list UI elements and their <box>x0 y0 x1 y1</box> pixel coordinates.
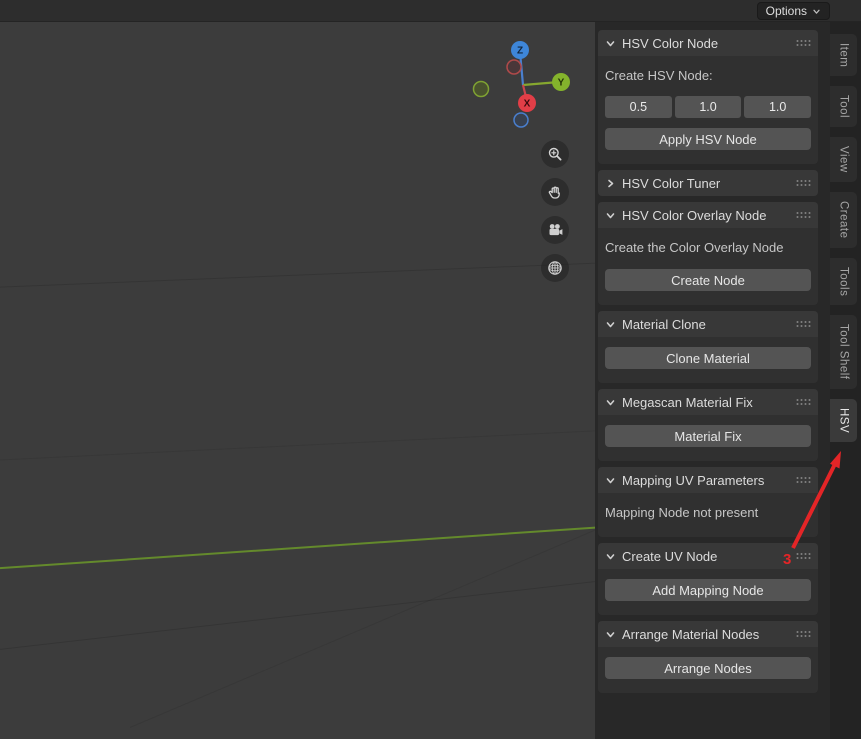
panel-header-hsv-color-overlay-node[interactable]: HSV Color Overlay Node <box>598 202 818 228</box>
options-label: Options <box>765 4 807 18</box>
panel-header-material-clone[interactable]: Material Clone <box>598 311 818 337</box>
panel-create-uv-node: Create UV Node Add Mapping Node <box>598 543 818 615</box>
drag-dots-icon[interactable] <box>796 179 811 187</box>
gizmo-neg-z-ball <box>513 112 529 128</box>
drag-dots-icon[interactable] <box>796 398 811 406</box>
sidebar-tab-strip: Item Tool View Create Tools Tool Shelf H… <box>830 22 861 739</box>
clone-material-button[interactable]: Clone Material <box>605 347 811 369</box>
panel-hsv-color-tuner: HSV Color Tuner <box>598 170 818 196</box>
chevron-down-icon <box>605 38 616 49</box>
gizmo-neg-y-ball <box>472 80 490 98</box>
tab-label: Item <box>837 43 850 68</box>
panel-header-hsv-color-tuner[interactable]: HSV Color Tuner <box>598 170 818 196</box>
panel-header-hsv-color-node[interactable]: HSV Color Node <box>598 30 818 56</box>
add-mapping-node-button[interactable]: Add Mapping Node <box>605 579 811 601</box>
material-fix-button[interactable]: Material Fix <box>605 425 811 447</box>
drag-dots-icon[interactable] <box>796 320 811 328</box>
drag-dots-icon[interactable] <box>796 476 811 484</box>
panel-title: Create UV Node <box>622 548 718 564</box>
arrange-nodes-button[interactable]: Arrange Nodes <box>605 657 811 679</box>
camera-view-button[interactable] <box>541 216 569 244</box>
panel-title: HSV Color Tuner <box>622 175 721 191</box>
overlay-node-label: Create the Color Overlay Node <box>605 240 784 255</box>
chevron-down-icon <box>605 210 616 221</box>
tab-view[interactable]: View <box>830 137 857 183</box>
tab-label: Tool Shelf <box>837 324 850 380</box>
chevron-down-icon <box>813 9 820 14</box>
hsv-value-fields: 0.5 1.0 1.0 <box>605 96 812 118</box>
chevron-down-icon <box>605 319 616 330</box>
gizmo-y-label: Y <box>558 78 565 89</box>
gizmo-z-label: Z <box>517 46 523 57</box>
grid-line <box>0 576 636 651</box>
pan-button[interactable] <box>541 178 569 206</box>
gizmo-x-label: X <box>524 99 531 110</box>
drag-dots-icon[interactable] <box>796 630 811 638</box>
create-hsv-node-label: Create HSV Node: <box>605 68 713 83</box>
grid-axis-y-line <box>0 523 642 570</box>
panel-mapping-uv-parameters: Mapping UV Parameters Mapping Node not p… <box>598 467 818 537</box>
hand-icon <box>548 186 560 199</box>
options-dropdown[interactable]: Options <box>756 2 830 20</box>
blender-window: Z Y X Options HSV Color Node Create HSV … <box>0 0 861 739</box>
drag-dots-icon[interactable] <box>796 211 811 219</box>
tab-hsv[interactable]: HSV <box>830 398 857 442</box>
tab-label: Tool <box>837 95 850 119</box>
tab-label: Tools <box>837 266 850 297</box>
saturation-field[interactable]: 1.0 <box>674 96 742 118</box>
axis-gizmo-icon: Z Y X <box>472 41 570 128</box>
grid-line <box>0 428 640 461</box>
value-field[interactable]: 1.0 <box>744 96 812 118</box>
panel-arrange-material-nodes: Arrange Material Nodes Arrange Nodes <box>598 621 818 693</box>
sidebar-n-panel: HSV Color Node Create HSV Node: 0.5 1.0 … <box>595 22 830 739</box>
panel-title: Arrange Material Nodes <box>622 626 760 642</box>
navigation-gizmo[interactable]: Z Y X <box>462 36 582 136</box>
panel-hsv-color-overlay-node: HSV Color Overlay Node Create the Color … <box>598 202 818 305</box>
chevron-down-icon <box>605 397 616 408</box>
panel-title: Material Clone <box>622 316 706 332</box>
tab-label: Create <box>837 201 850 239</box>
drag-dots-icon[interactable] <box>796 552 811 560</box>
panel-header-create-uv-node[interactable]: Create UV Node <box>598 543 818 569</box>
tab-tool-shelf[interactable]: Tool Shelf <box>830 315 857 389</box>
apply-hsv-node-button[interactable]: Apply HSV Node <box>605 128 811 150</box>
chevron-down-icon <box>605 629 616 640</box>
panel-megascan-material-fix: Megascan Material Fix Material Fix <box>598 389 818 461</box>
chevron-right-icon <box>605 178 616 189</box>
grid-line <box>129 516 628 728</box>
panel-hsv-color-node: HSV Color Node Create HSV Node: 0.5 1.0 … <box>598 30 818 164</box>
tab-create[interactable]: Create <box>830 192 857 248</box>
magnifier-plus-icon <box>548 147 562 161</box>
panel-material-clone: Material Clone Clone Material <box>598 311 818 383</box>
tab-label: View <box>837 146 850 174</box>
gizmo-neg-x-ball <box>506 59 522 75</box>
movie-camera-icon <box>549 224 563 236</box>
panel-title: Megascan Material Fix <box>622 394 753 410</box>
hue-field[interactable]: 0.5 <box>605 96 672 118</box>
tab-tool[interactable]: Tool <box>830 86 857 128</box>
panel-header-mapping-uv-parameters[interactable]: Mapping UV Parameters <box>598 467 818 493</box>
panel-header-megascan-material-fix[interactable]: Megascan Material Fix <box>598 389 818 415</box>
panel-header-arrange-material-nodes[interactable]: Arrange Material Nodes <box>598 621 818 647</box>
create-node-button[interactable]: Create Node <box>605 269 811 291</box>
drag-dots-icon[interactable] <box>796 39 811 47</box>
mapping-node-status-label: Mapping Node not present <box>605 505 759 520</box>
grid-sphere-icon <box>548 261 562 275</box>
panel-title: Mapping UV Parameters <box>622 472 765 488</box>
chevron-down-icon <box>605 475 616 486</box>
tab-tools[interactable]: Tools <box>830 257 857 306</box>
perspective-toggle-button[interactable] <box>541 254 569 282</box>
tab-item[interactable]: Item <box>830 34 857 77</box>
chevron-down-icon <box>605 551 616 562</box>
tab-label: HSV <box>837 407 850 433</box>
panel-title: HSV Color Node <box>622 35 719 51</box>
viewport-header: Options <box>0 0 861 22</box>
zoom-button[interactable] <box>541 140 569 168</box>
panel-title: HSV Color Overlay Node <box>622 207 767 223</box>
